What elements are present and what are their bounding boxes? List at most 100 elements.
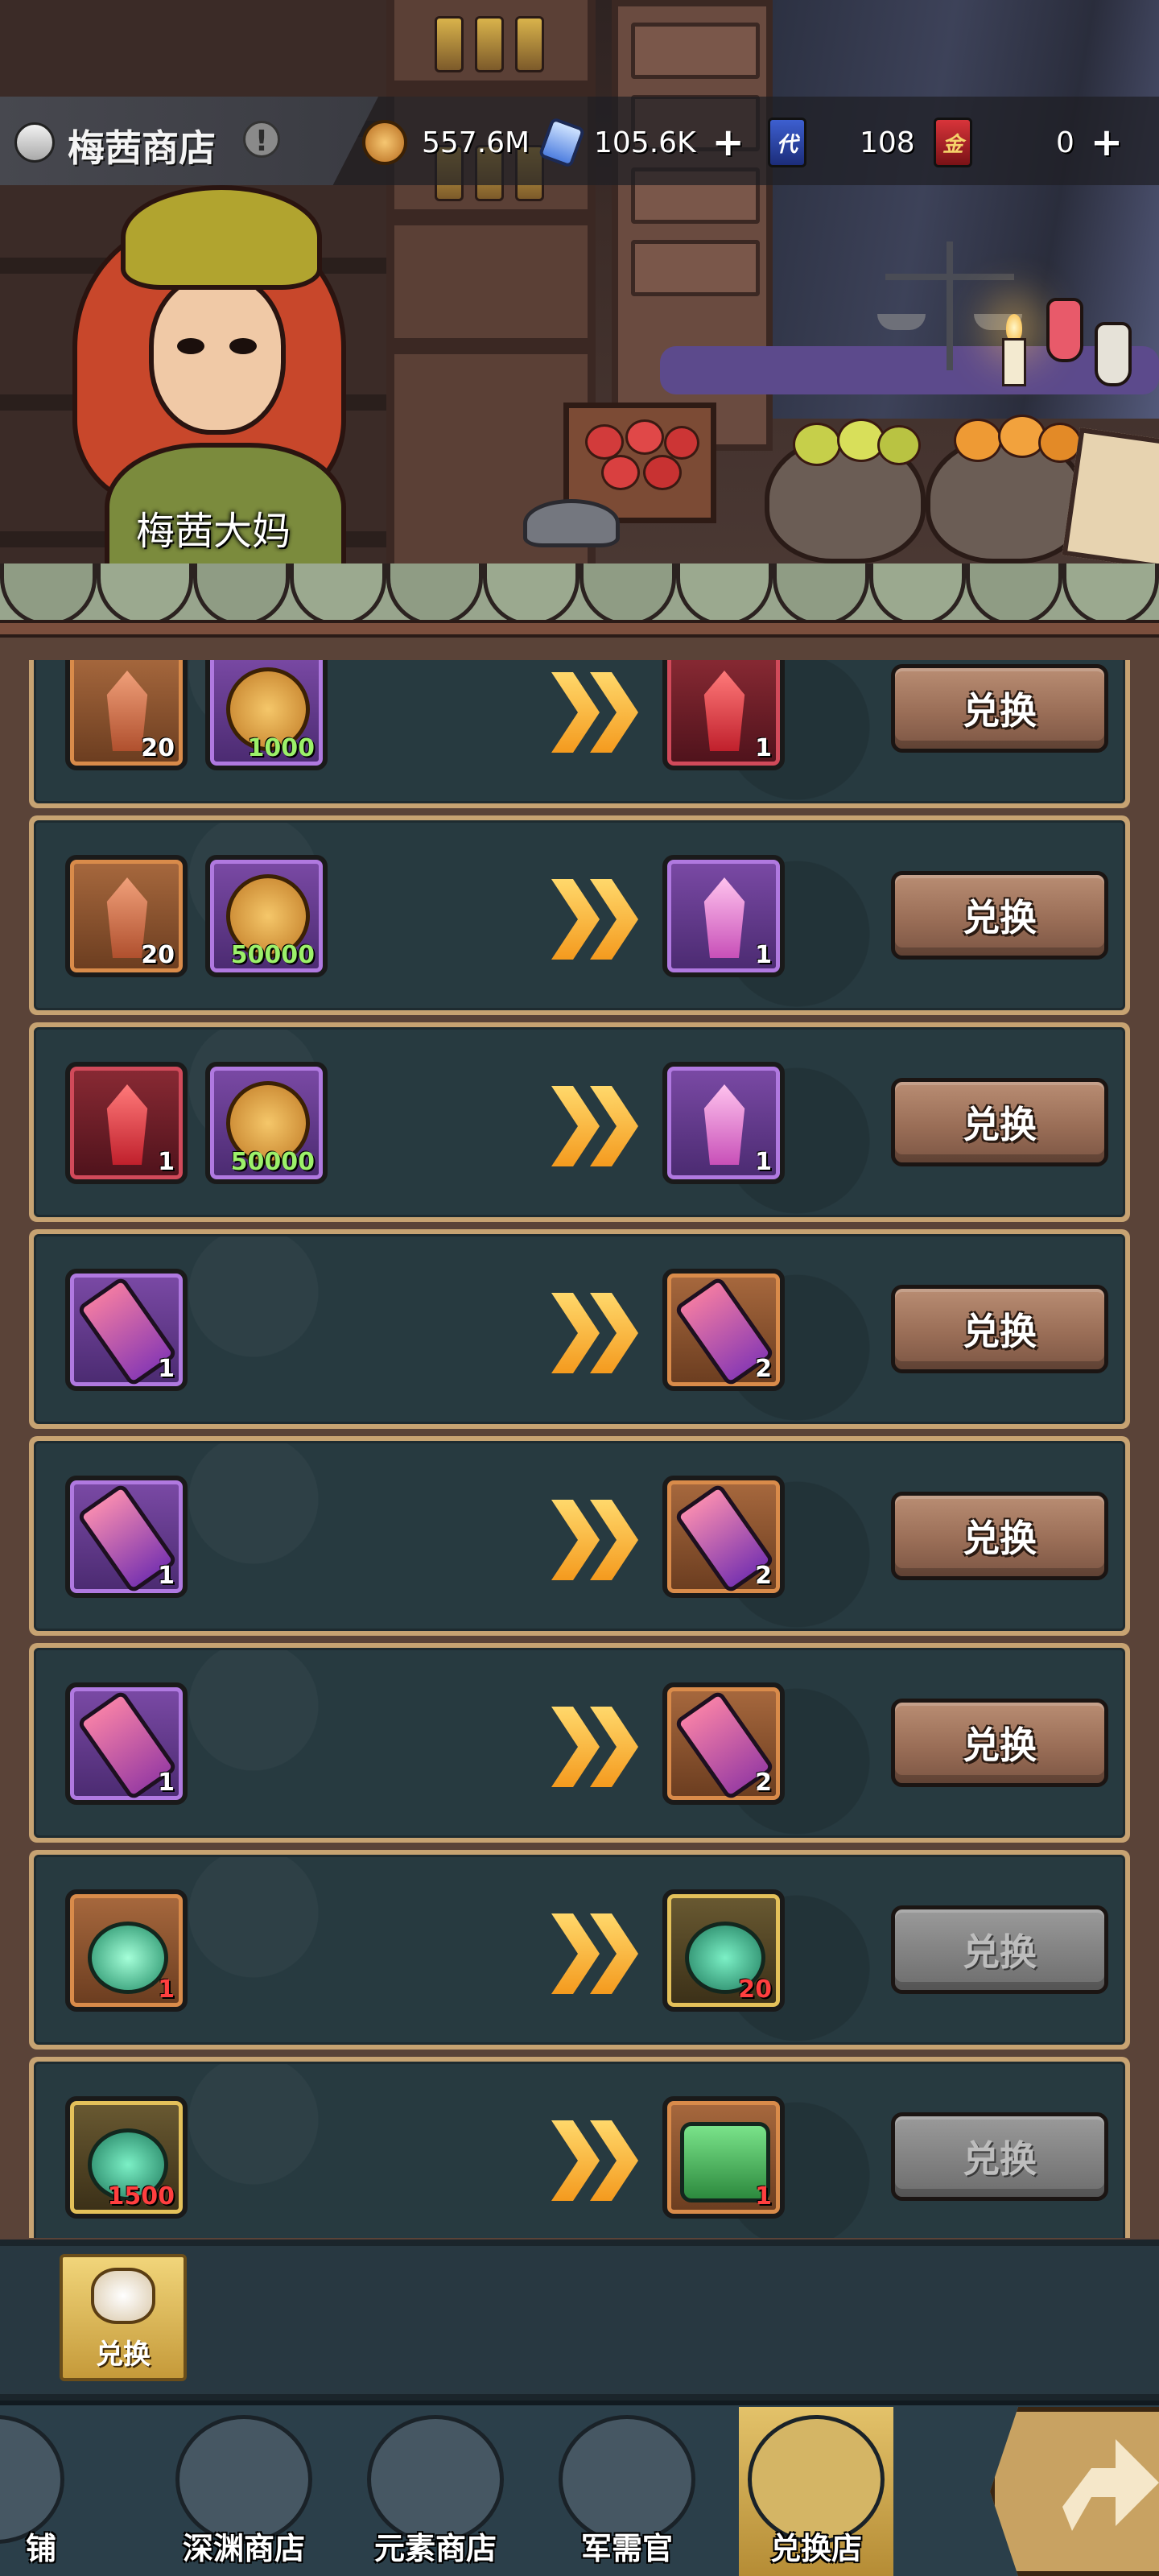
double-arrow-icon [551,1086,640,1166]
item-quantity: 1 [755,1148,772,1176]
subtab-exchange[interactable]: 兑换 [60,2254,187,2381]
potion-bottle [1095,322,1132,386]
item-slot[interactable]: 50000 [205,855,328,977]
item-quantity: 20 [141,941,175,969]
currency-coin: 557.6M [362,119,530,166]
double-arrow-icon [551,1293,640,1373]
nav-element-shop[interactable]: 元素商店 [351,2407,520,2576]
add-gold-card-button[interactable]: + [1091,123,1123,162]
exchange-row-body: 1 20 兑换 [34,1855,1125,2045]
exchange-button[interactable]: 兑换 [891,1492,1108,1580]
item-quantity: 2 [755,1355,772,1383]
coin-stack-icon [14,122,55,163]
pink-crystal-icon [703,1084,745,1165]
nav-exchange-shop[interactable]: 兑换店 [739,2407,893,2576]
pink-crystal-icon [703,877,745,958]
item-slot[interactable]: 1 [662,1062,785,1184]
double-arrow-icon [551,1913,640,1994]
item-slot[interactable]: 20 [65,660,188,770]
blue-card-icon: 代 [768,118,806,167]
double-arrow-icon [551,1707,640,1787]
item-slot[interactable]: 1 [65,1889,188,2012]
item-quantity: 1 [158,1975,175,2004]
voucher-value: 108 [860,126,915,159]
item-slot[interactable]: 20 [662,1889,785,2012]
item-quantity: 1 [755,2182,772,2211]
item-quantity: 20 [738,1975,772,2004]
subtab-label: 兑换 [96,2339,151,2371]
item-quantity: 1 [158,1355,175,1383]
item-quantity: 1500 [107,2182,175,2211]
exchange-row-body: 1 2 兑换 [34,1234,1125,1424]
item-slot[interactable]: 20 [65,855,188,977]
info-icon[interactable]: ! [243,121,280,158]
exchange-row: 1 20 兑换 [29,1850,1130,2050]
coin-value: 557.6M [422,126,530,159]
exchange-hands-icon [91,2268,155,2324]
balance-scale [877,242,1022,378]
candle-flame [1006,314,1022,341]
currency-voucher: 代 108 [768,118,915,167]
item-quantity: 20 [141,734,175,762]
exchange-row-body: 20 50000 1 兑换 [34,820,1125,1010]
gold-coin-icon [362,120,407,165]
exchange-row-body: 1 50000 1 兑换 [34,1027,1125,1217]
exchange-button[interactable]: 兑换 [891,1699,1108,1787]
awning-rail [0,620,1159,638]
nav-abyss-shop[interactable]: 深渊商店 [159,2407,328,2576]
exchange-list[interactable]: 20 1000 1 兑换 20 50000 1 兑换 1 50000 1 兑换 1 2 兑换 1 2 兑换 1 2 兑换… [29,660,1130,2238]
item-quantity: 1 [755,734,772,762]
nav-quartermaster[interactable]: 军需官 [542,2407,711,2576]
nav-label: 军需官 [580,2531,673,2566]
double-arrow-icon [551,672,640,753]
nav-label: 深渊商店 [182,2531,305,2566]
item-quantity: 1 [158,1769,175,1797]
item-slot[interactable]: 1 [65,1269,188,1391]
red-crystal-icon [703,671,745,751]
item-slot[interactable]: 2 [662,1682,785,1805]
item-slot[interactable]: 1000 [205,660,328,770]
item-slot[interactable]: 1500 [65,2096,188,2219]
exchange-row: 20 1000 1 兑换 [29,660,1130,808]
item-slot[interactable]: 2 [662,1476,785,1598]
item-quantity: 1 [755,941,772,969]
exchange-button[interactable]: 兑换 [891,2112,1108,2201]
add-crystal-button[interactable]: + [712,123,744,162]
double-arrow-icon [551,1500,640,1580]
exchange-button[interactable]: 兑换 [891,1285,1108,1373]
item-quantity: 1 [158,1148,175,1176]
exchange-shop-screen: 梅茜大妈 梅茜商店 ! 557.6M 105.6K + 代 108 金 0 + [0,0,1159,2576]
item-slot[interactable]: 50000 [205,1062,328,1184]
exchange-button[interactable]: 兑换 [891,1905,1108,1994]
nav-label: 铺 [25,2531,56,2566]
gold-card-value: 0 [1056,126,1074,159]
exchange-button[interactable]: 兑换 [891,664,1108,753]
crystal-value: 105.6K [594,126,696,159]
item-slot[interactable]: 2 [662,1269,785,1391]
parchment-sign [1062,427,1159,564]
double-arrow-icon [551,2120,640,2201]
sleeping-cat [523,499,620,547]
exchange-button[interactable]: 兑换 [891,871,1108,960]
item-slot[interactable]: 1 [662,660,785,770]
nav-label: 兑换店 [769,2531,862,2566]
currency-crystal: 105.6K + [538,117,744,168]
candle [1002,338,1026,386]
item-slot[interactable]: 1 [662,2096,785,2219]
exchange-row: 1 2 兑换 [29,1436,1130,1636]
item-quantity: 2 [755,1562,772,1590]
nav-shop[interactable]: 铺 [0,2407,80,2576]
red-crystal-icon [106,1084,148,1165]
item-slot[interactable]: 1 [65,1062,188,1184]
exchange-row: 1 50000 1 兑换 [29,1022,1130,1222]
item-slot[interactable]: 1 [65,1682,188,1805]
sparkle-potion-icon [88,1922,168,1994]
potion-bottle [1046,298,1083,362]
exchange-button[interactable]: 兑换 [891,1078,1108,1166]
item-slot[interactable]: 1 [65,1476,188,1598]
item-slot[interactable]: 1 [662,855,785,977]
double-arrow-icon [551,879,640,960]
exchange-row-body: 20 1000 1 兑换 [34,660,1125,803]
exchange-row: 20 50000 1 兑换 [29,815,1130,1015]
nav-label: 元素商店 [373,2531,497,2566]
